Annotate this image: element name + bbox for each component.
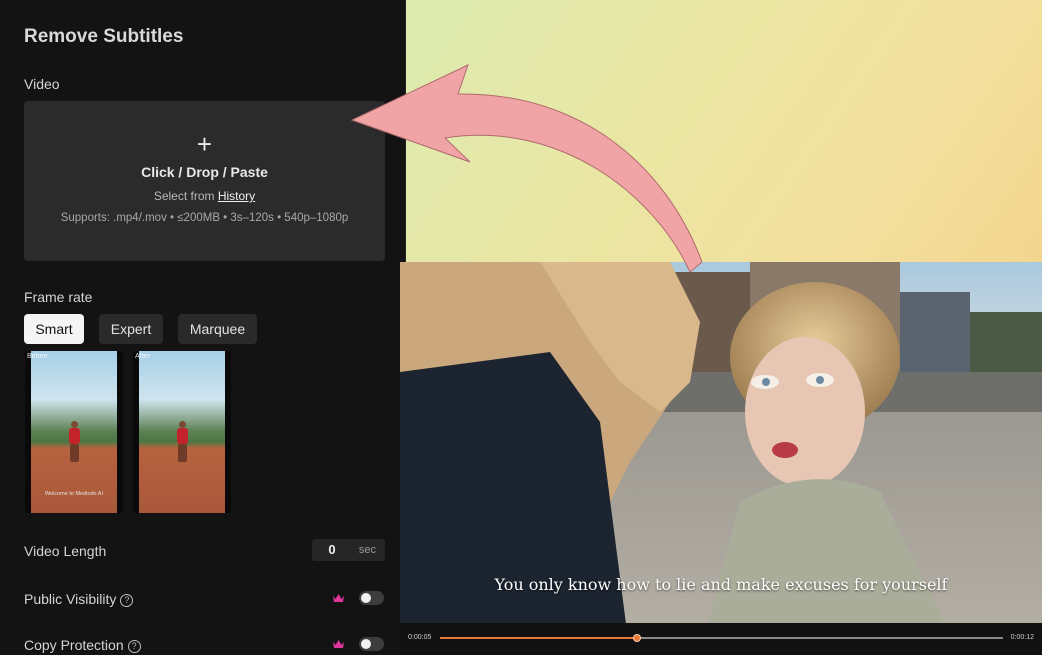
playhead-handle[interactable]: [633, 634, 642, 642]
mode-expert-button[interactable]: Expert: [99, 314, 163, 344]
public-visibility-label: Public Visibility: [24, 591, 117, 607]
frame-rate-label: Frame rate: [24, 289, 93, 305]
crown-icon: [333, 594, 344, 602]
crown-icon: [333, 640, 344, 648]
before-preview-image: Welcome to Mediodo AI: [31, 351, 117, 513]
copy-protection-toggle[interactable]: [359, 637, 384, 651]
help-icon[interactable]: ?: [120, 594, 134, 607]
upload-history-line: Select from History: [24, 189, 385, 203]
total-time: 0:00:12: [1010, 634, 1034, 641]
public-visibility-row: Public Visibility?: [24, 591, 134, 607]
video-length-value: 0: [328, 542, 336, 557]
video-length-input[interactable]: 0 sec: [312, 539, 385, 561]
copy-protection-row: Copy Protection?: [24, 637, 141, 653]
select-from-text: Select from: [153, 189, 215, 203]
history-link[interactable]: History: [218, 189, 255, 203]
current-time: 0:00:05: [408, 634, 432, 641]
mode-smart-button[interactable]: Smart: [24, 314, 84, 344]
help-icon[interactable]: ?: [127, 640, 141, 653]
before-preview: Welcome to Mediodo AI Before: [25, 351, 123, 513]
before-tag: Before: [27, 353, 48, 360]
video-frame: [400, 262, 1042, 655]
page-title: Remove Subtitles: [24, 26, 184, 47]
plus-icon: +: [196, 129, 213, 159]
progress-track[interactable]: [440, 634, 1003, 642]
video-player[interactable]: You only know how to lie and make excuse…: [400, 262, 1042, 655]
public-visibility-toggle[interactable]: [359, 591, 384, 605]
video-length-unit: sec: [358, 544, 376, 556]
progress-fill: [440, 637, 638, 639]
video-upload-dropzone[interactable]: + Click / Drop / Paste Select from Histo…: [24, 101, 385, 261]
player-controls: 0:00:05 0:00:12: [400, 623, 1042, 655]
upload-primary-text: Click / Drop / Paste: [141, 164, 268, 180]
upload-supports-text: Supports: .mp4/.mov • ≤200MB • 3s–120s •…: [60, 212, 349, 224]
gradient-backdrop: [406, 0, 1042, 262]
after-preview: After: [133, 351, 231, 513]
settings-panel: Remove Subtitles Video + Click / Drop / …: [0, 0, 406, 655]
mode-marquee-button[interactable]: Marquee: [178, 314, 257, 344]
video-label: Video: [24, 76, 60, 92]
video-caption: You only know how to lie and make excuse…: [494, 575, 948, 594]
after-preview-image: [139, 351, 225, 513]
runner-figure: [175, 421, 189, 467]
preview-subtitle: Welcome to Mediodo AI: [45, 491, 103, 497]
copy-protection-label: Copy Protection: [24, 637, 124, 653]
runner-figure: [67, 421, 81, 467]
video-length-label: Video Length: [24, 543, 107, 559]
after-tag: After: [135, 353, 150, 360]
